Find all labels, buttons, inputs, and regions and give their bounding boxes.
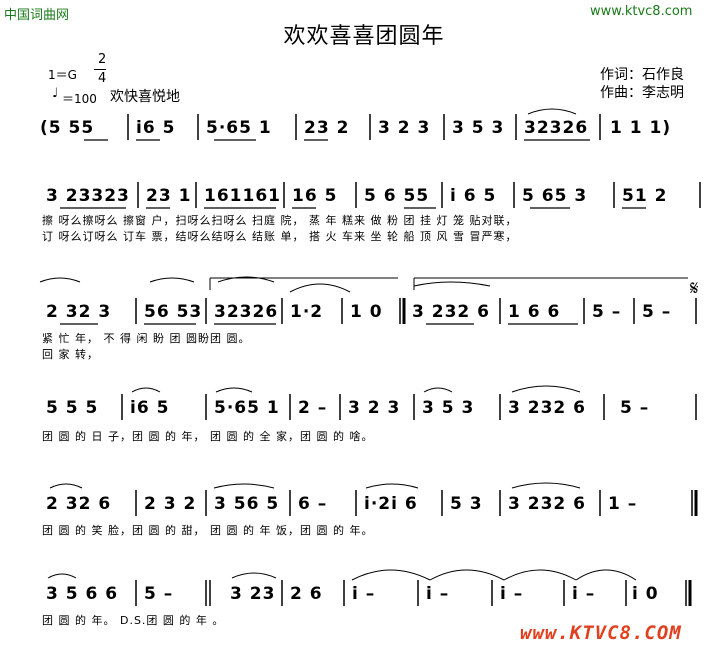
watermark: www.KTVC8.COM [520, 622, 682, 644]
score-engraving [39, 108, 701, 606]
bar-lines [121, 114, 701, 606]
slurs [39, 108, 637, 581]
volta-brackets [209, 277, 688, 290]
underlines [60, 139, 646, 325]
